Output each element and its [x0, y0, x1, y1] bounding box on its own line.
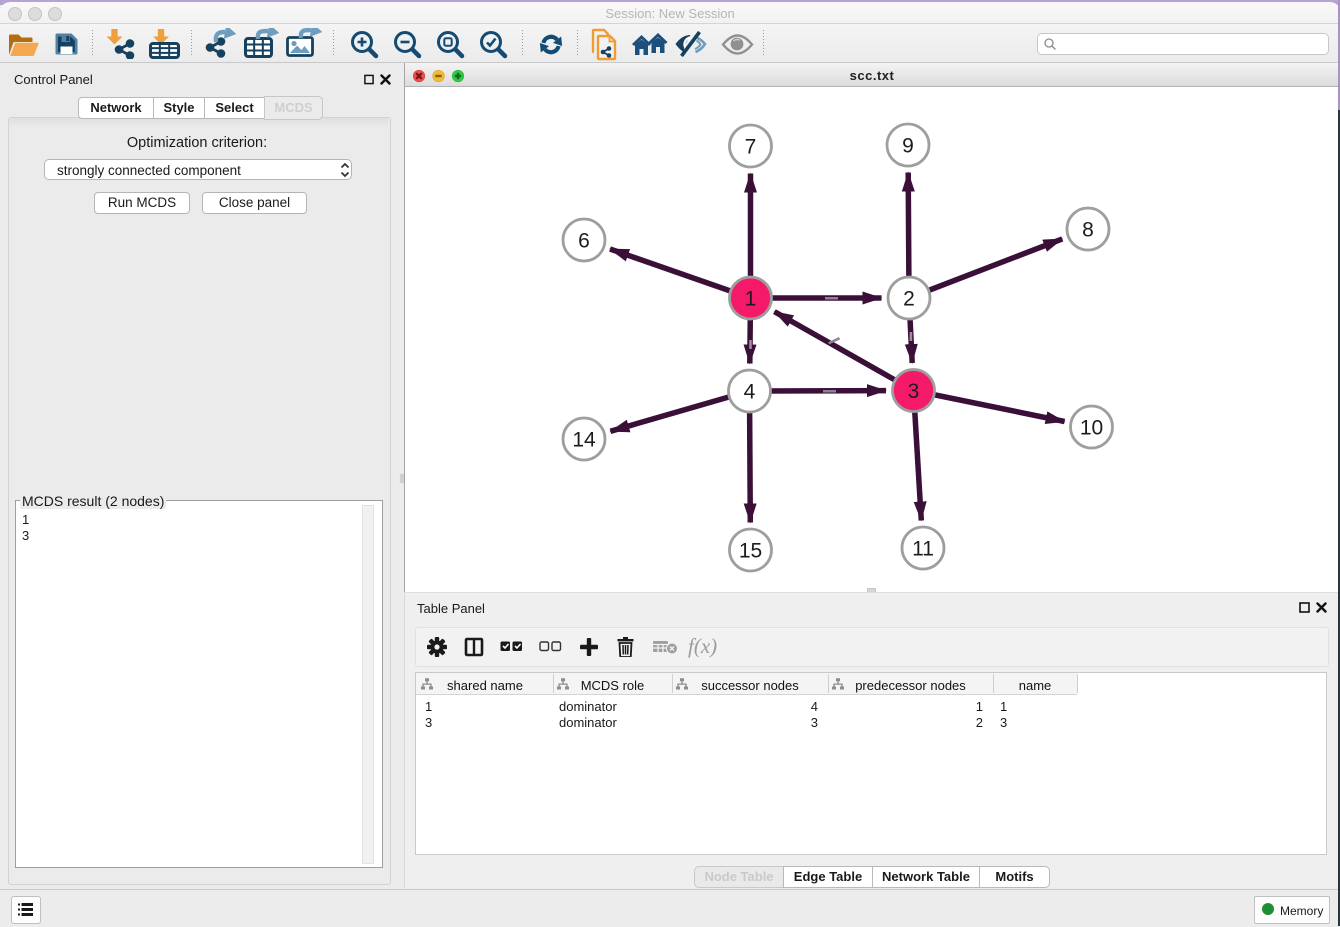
svg-text:9: 9	[902, 135, 914, 158]
svg-text:8: 8	[1082, 219, 1094, 242]
svg-text:10: 10	[1080, 417, 1103, 440]
svg-text:2: 2	[903, 288, 915, 311]
svg-text:1: 1	[745, 288, 757, 311]
svg-text:4: 4	[744, 381, 756, 404]
svg-text:15: 15	[739, 540, 762, 563]
svg-text:7: 7	[745, 136, 757, 159]
svg-text:6: 6	[578, 230, 590, 253]
svg-text:3: 3	[908, 380, 920, 403]
svg-text:14: 14	[572, 429, 596, 452]
svg-text:11: 11	[912, 538, 934, 561]
